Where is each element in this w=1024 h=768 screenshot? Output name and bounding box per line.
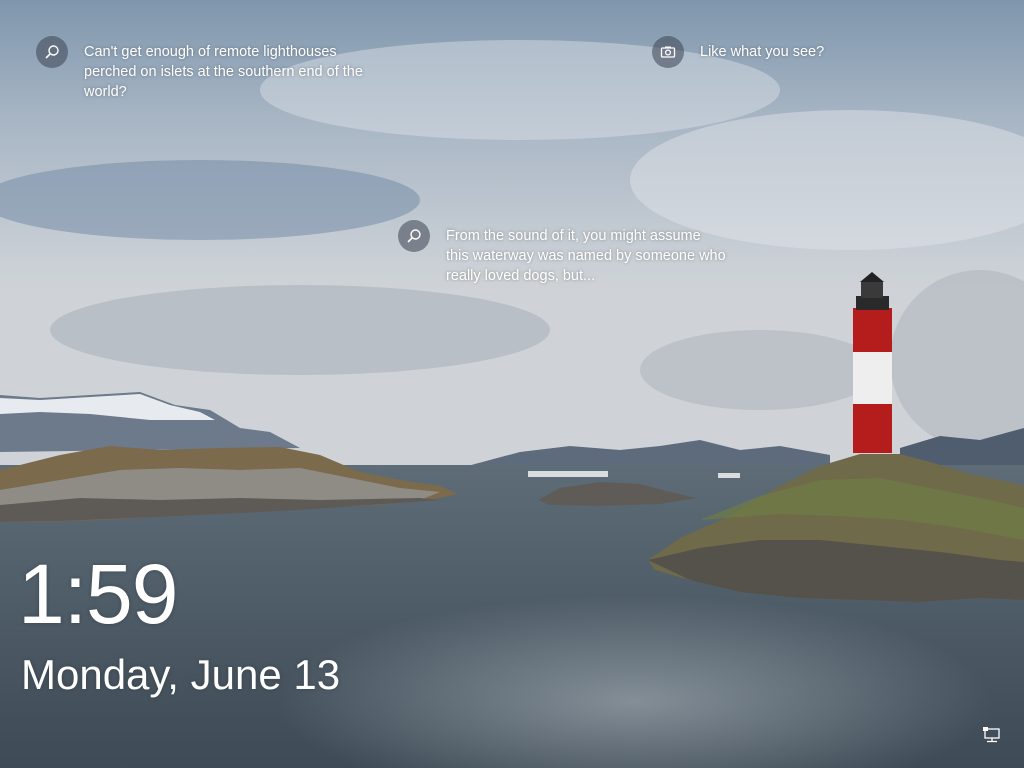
hotspot-text[interactable]: Like what you see? (700, 42, 824, 62)
hotspot-waterway[interactable]: From the sound of it, you might assume t… (398, 220, 726, 286)
camera-icon[interactable] (652, 36, 684, 68)
hotspot-text[interactable]: Can't get enough of remote lighthouses p… (84, 42, 369, 102)
hotspot-like-what-you-see[interactable]: Like what you see? (652, 36, 824, 68)
lockscreen-time: 1:59 (18, 547, 178, 641)
hotspot-lighthouses[interactable]: Can't get enough of remote lighthouses p… (36, 36, 369, 102)
network-icon[interactable] (982, 726, 1002, 746)
lockscreen-date: Monday, June 13 (21, 651, 341, 698)
hotspot-text[interactable]: From the sound of it, you might assume t… (446, 226, 726, 286)
search-icon[interactable] (36, 36, 68, 68)
search-icon[interactable] (398, 220, 430, 252)
